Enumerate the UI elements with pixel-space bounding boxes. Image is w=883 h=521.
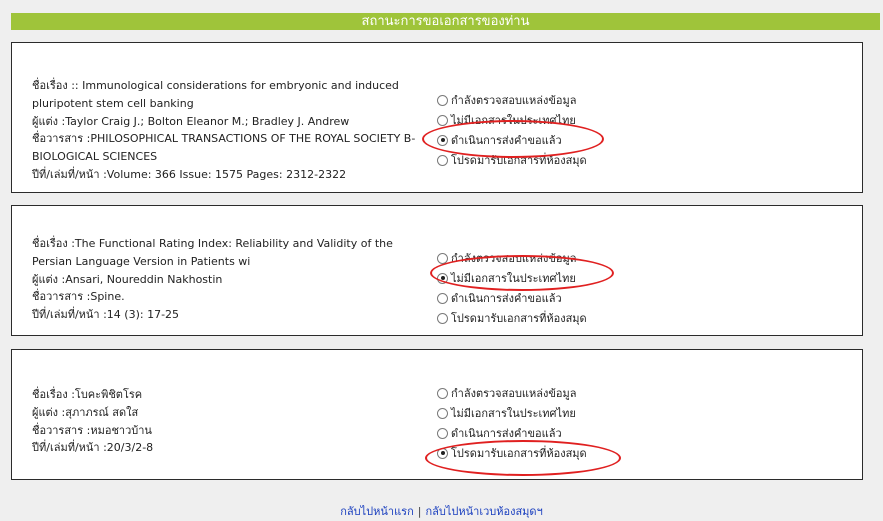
article-authors: ผู้แต่ง :Taylor Craig J.; Bolton Eleanor…: [32, 114, 350, 128]
request-details: ชื่อเรื่อง :โบคะพิชิตโรค ผู้แต่ง :สุภาภร…: [32, 386, 432, 457]
status-radio-group: กำลังตรวจสอบแหล่งข้อมูล ไม่มีเอกสารในประ…: [437, 248, 697, 328]
status-option-label: ดำเนินการส่งคำขอแล้ว: [451, 427, 562, 440]
request-details: ชื่อเรื่อง :The Functional Rating Index:…: [32, 235, 432, 324]
radio-button[interactable]: [437, 387, 448, 399]
radio-button-selected[interactable]: [437, 134, 448, 146]
article-authors: ผู้แต่ง :Ansari, Noureddin Nakhostin: [32, 272, 223, 286]
status-option-label: โปรดมารับเอกสารที่ห้องสมุด: [451, 154, 587, 167]
radio-button-selected[interactable]: [437, 447, 448, 459]
volume-issue-pages: ปีที่/เล่มที่/หน้า :14 (3): 17-25: [32, 308, 180, 322]
radio-button-selected[interactable]: [437, 272, 448, 284]
volume-issue-pages: ปีที่/เล่มที่/หน้า :Volume: 366 Issue: 1…: [32, 167, 347, 181]
article-title: ชื่อเรื่อง :The Functional Rating Index:…: [32, 237, 393, 268]
status-option-label: โปรดมารับเอกสารที่ห้องสมุด: [451, 312, 587, 325]
back-to-library-link[interactable]: กลับไปหน้าเวบห้องสมุดฯ: [425, 505, 542, 518]
link-separator: |: [417, 505, 422, 518]
status-option-label: ไม่มีเอกสารในประเทศไทย: [451, 114, 576, 127]
status-option-not-available[interactable]: ไม่มีเอกสารในประเทศไทย: [437, 110, 697, 130]
status-option-pickup[interactable]: โปรดมารับเอกสารที่ห้องสมุด: [437, 443, 697, 463]
status-option-requested[interactable]: ดำเนินการส่งคำขอแล้ว: [437, 130, 697, 150]
radio-button[interactable]: [437, 154, 448, 166]
journal-name: ชื่อวารสาร :PHILOSOPHICAL TRANSACTIONS O…: [32, 132, 416, 164]
radio-button[interactable]: [437, 114, 448, 126]
radio-button[interactable]: [437, 407, 448, 419]
status-option-label: กำลังตรวจสอบแหล่งข้อมูล: [451, 252, 577, 265]
article-authors: ผู้แต่ง :สุภาภรณ์ สดใส: [32, 405, 139, 419]
status-option-pickup[interactable]: โปรดมารับเอกสารที่ห้องสมุด: [437, 150, 697, 170]
back-to-home-link[interactable]: กลับไปหน้าแรก: [340, 505, 414, 518]
status-option-label: ไม่มีเอกสารในประเทศไทย: [451, 272, 576, 285]
status-radio-group: กำลังตรวจสอบแหล่งข้อมูล ไม่มีเอกสารในประ…: [437, 90, 697, 170]
status-option-requested[interactable]: ดำเนินการส่งคำขอแล้ว: [437, 288, 697, 308]
status-option-checking[interactable]: กำลังตรวจสอบแหล่งข้อมูล: [437, 383, 697, 403]
volume-issue-pages: ปีที่/เล่มที่/หน้า :20/3/2-8: [32, 441, 154, 455]
status-option-checking[interactable]: กำลังตรวจสอบแหล่งข้อมูล: [437, 90, 697, 110]
status-option-label: กำลังตรวจสอบแหล่งข้อมูล: [451, 387, 577, 400]
status-option-label: โปรดมารับเอกสารที่ห้องสมุด: [451, 447, 587, 460]
article-title: ชื่อเรื่อง :: Immunological consideratio…: [32, 79, 399, 110]
article-title: ชื่อเรื่อง :โบคะพิชิตโรค: [32, 388, 143, 401]
radio-button[interactable]: [437, 292, 448, 304]
request-card: ชื่อเรื่อง :The Functional Rating Index:…: [11, 205, 863, 336]
status-option-checking[interactable]: กำลังตรวจสอบแหล่งข้อมูล: [437, 248, 697, 268]
radio-button[interactable]: [437, 427, 448, 439]
request-card: ชื่อเรื่อง :: Immunological consideratio…: [11, 42, 863, 193]
request-details: ชื่อเรื่อง :: Immunological consideratio…: [32, 77, 432, 184]
status-option-not-available[interactable]: ไม่มีเอกสารในประเทศไทย: [437, 268, 697, 288]
radio-button[interactable]: [437, 312, 448, 324]
status-option-not-available[interactable]: ไม่มีเอกสารในประเทศไทย: [437, 403, 697, 423]
status-option-label: กำลังตรวจสอบแหล่งข้อมูล: [451, 94, 577, 107]
status-option-requested[interactable]: ดำเนินการส่งคำขอแล้ว: [437, 423, 697, 443]
status-radio-group: กำลังตรวจสอบแหล่งข้อมูล ไม่มีเอกสารในประ…: [437, 383, 697, 463]
status-option-label: ดำเนินการส่งคำขอแล้ว: [451, 292, 562, 305]
status-option-pickup[interactable]: โปรดมารับเอกสารที่ห้องสมุด: [437, 308, 697, 328]
radio-button[interactable]: [437, 252, 448, 264]
status-option-label: ดำเนินการส่งคำขอแล้ว: [451, 134, 562, 147]
journal-name: ชื่อวารสาร :Spine.: [32, 290, 125, 304]
status-option-label: ไม่มีเอกสารในประเทศไทย: [451, 407, 576, 420]
journal-name: ชื่อวารสาร :หมอชาวบ้าน: [32, 423, 152, 437]
request-card: ชื่อเรื่อง :โบคะพิชิตโรค ผู้แต่ง :สุภาภร…: [11, 349, 863, 480]
page-title: สถานะการขอเอกสารของท่าน: [11, 13, 880, 30]
radio-button[interactable]: [437, 94, 448, 106]
footer-nav: กลับไปหน้าแรก | กลับไปหน้าเวบห้องสมุดฯ: [0, 502, 883, 520]
